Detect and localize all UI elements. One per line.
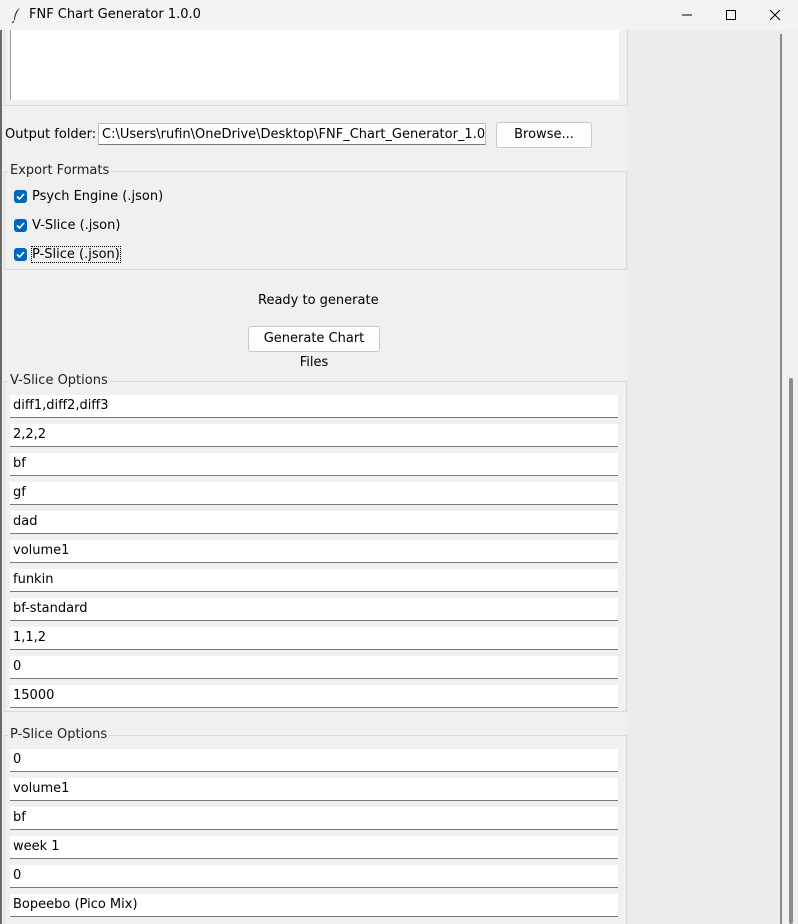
browse-button[interactable]: Browse... — [496, 122, 592, 148]
vslice-field-stage[interactable]: volume1 — [10, 540, 618, 563]
scrollbar-thumb[interactable] — [789, 378, 793, 924]
text-area[interactable] — [10, 30, 619, 100]
checkbox-label: V-Slice (.json) — [32, 218, 121, 233]
checkbox-checked-icon[interactable] — [14, 248, 27, 261]
maximize-button[interactable] — [708, 0, 754, 30]
close-icon — [769, 9, 781, 21]
vslice-field-offset[interactable]: 0 — [10, 656, 618, 679]
maximize-icon — [726, 10, 736, 20]
vslice-field-opponent[interactable]: dad — [10, 511, 618, 534]
vslice-field-ratings[interactable]: 2,2,2 — [10, 424, 618, 447]
minimize-icon — [682, 14, 692, 16]
vslice-options-title: V-Slice Options — [8, 373, 110, 388]
pslice-field-5[interactable]: 0 — [10, 865, 618, 888]
window-title: FNF Chart Generator 1.0.0 — [29, 7, 201, 22]
vslice-field-difficulties[interactable]: diff1,diff2,diff3 — [10, 395, 618, 418]
vslice-field-character-style[interactable]: bf-standard — [10, 598, 618, 621]
vslice-field-girlfriend[interactable]: gf — [10, 482, 618, 505]
status-label: Ready to generate — [258, 293, 379, 308]
pslice-field-2[interactable]: volume1 — [10, 778, 618, 801]
feather-icon — [9, 7, 25, 24]
minimize-button[interactable] — [664, 0, 710, 30]
export-formats-title: Export Formats — [8, 163, 112, 178]
pslice-options-title: P-Slice Options — [8, 727, 110, 742]
vslice-field-preview[interactable]: 15000 — [10, 685, 618, 708]
generate-button[interactable]: Generate Chart Files — [248, 326, 380, 370]
empty-panel — [627, 30, 780, 924]
checkbox-label: Psych Engine (.json) — [32, 189, 164, 204]
checkbox-label: P-Slice (.json) — [31, 246, 121, 263]
pslice-field-6[interactable]: Bopeebo (Pico Mix) — [10, 894, 618, 917]
scrollbar-divider — [780, 34, 782, 924]
pslice-field-4[interactable]: week 1 — [10, 836, 618, 859]
pslice-field-3[interactable]: bf — [10, 807, 618, 830]
vslice-field-note-style[interactable]: funkin — [10, 569, 618, 592]
close-button[interactable] — [752, 0, 798, 30]
vslice-field-scroll-speeds[interactable]: 1,1,2 — [10, 627, 618, 650]
checkbox-checked-icon[interactable] — [14, 190, 27, 203]
window-border — [0, 30, 2, 924]
output-folder-label: Output folder: — [5, 127, 97, 142]
pslice-field-1[interactable]: 0 — [10, 749, 618, 772]
checkbox-checked-icon[interactable] — [14, 219, 27, 232]
output-folder-input[interactable]: C:\Users\rufin\OneDrive\Desktop\FNF_Char… — [98, 123, 486, 145]
vslice-field-player[interactable]: bf — [10, 453, 618, 476]
title-bar: FNF Chart Generator 1.0.0 — [0, 0, 798, 30]
